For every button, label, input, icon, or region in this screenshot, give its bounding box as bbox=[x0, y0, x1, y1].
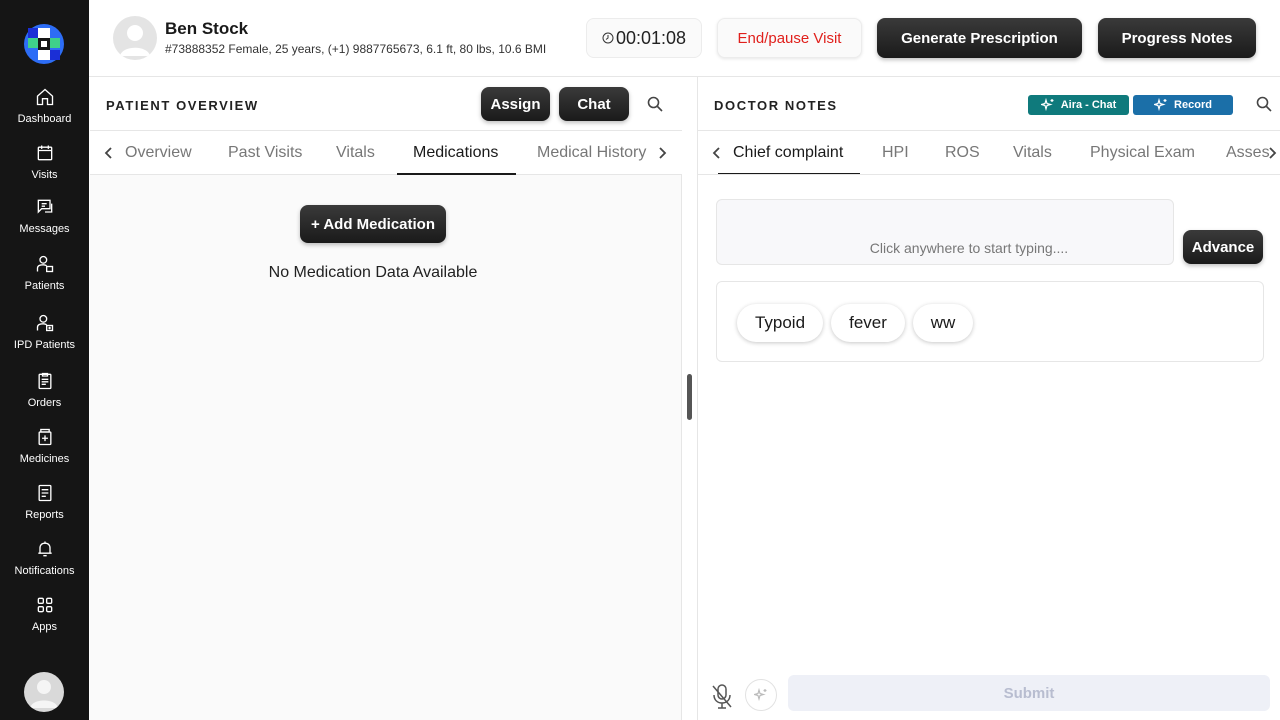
sidebar-item-notifications[interactable]: Notifications bbox=[0, 539, 89, 589]
apps-grid-icon bbox=[37, 597, 52, 613]
panel-resize-handle[interactable] bbox=[687, 374, 692, 420]
tab-hpi[interactable]: HPI bbox=[882, 144, 909, 162]
complaint-chips-container: Typoid fever ww bbox=[716, 281, 1264, 362]
sidebar-item-label: Reports bbox=[25, 509, 64, 521]
tab-past-visits[interactable]: Past Visits bbox=[228, 144, 302, 162]
clock-icon bbox=[602, 32, 614, 44]
calendar-icon bbox=[37, 145, 52, 161]
panel-title: DOCTOR NOTES bbox=[714, 98, 838, 113]
sparkle-icon bbox=[1154, 98, 1167, 112]
sidebar-item-label: Dashboard bbox=[17, 113, 72, 125]
sidebar-item-visits[interactable]: Visits bbox=[0, 143, 89, 193]
user-avatar[interactable] bbox=[24, 672, 64, 712]
sidebar-item-ipd-patients[interactable]: IPD Patients bbox=[0, 313, 89, 363]
patient-name: Ben Stock bbox=[165, 19, 249, 38]
app-root: Dashboard Visits Messages Patients IPD P… bbox=[0, 0, 1280, 720]
sidebar-item-label: Medicines bbox=[19, 453, 70, 465]
search-icon[interactable] bbox=[1256, 96, 1272, 112]
chevron-left-icon[interactable] bbox=[103, 147, 115, 159]
chevron-right-icon[interactable] bbox=[1266, 147, 1278, 159]
input-placeholder: Click anywhere to start typing.... bbox=[869, 240, 1069, 256]
add-medication-button[interactable]: + Add Medication bbox=[300, 205, 446, 243]
sidebar-item-label: Patients bbox=[24, 280, 65, 292]
sidebar-item-label: Notifications bbox=[14, 565, 75, 577]
sparkle-icon bbox=[754, 688, 767, 702]
ai-assist-button[interactable] bbox=[745, 679, 777, 711]
tab-vitals[interactable]: Vitals bbox=[336, 144, 375, 162]
complaint-chip[interactable]: Typoid bbox=[737, 304, 823, 342]
visit-timer: 00:01:08 bbox=[586, 18, 702, 58]
aira-chat-button[interactable]: Aira - Chat bbox=[1028, 95, 1129, 115]
complaint-chip[interactable]: ww bbox=[913, 304, 973, 342]
visit-header: Ben Stock #73888352 Female, 25 years, (+… bbox=[89, 0, 1280, 77]
patient-overview-header: PATIENT OVERVIEW Assign Chat bbox=[90, 77, 682, 131]
active-tab-indicator bbox=[397, 173, 516, 175]
chevron-right-icon[interactable] bbox=[656, 147, 668, 159]
sidebar-item-label: Apps bbox=[31, 621, 58, 633]
aira-chat-label: Aira - Chat bbox=[1060, 99, 1117, 111]
sparkle-icon bbox=[1040, 98, 1054, 112]
sidebar-item-apps[interactable]: Apps bbox=[0, 595, 89, 645]
advance-button[interactable]: Advance bbox=[1183, 230, 1263, 264]
generate-prescription-button[interactable]: Generate Prescription bbox=[877, 18, 1082, 58]
doctor-notes-tabs: Chief complaint HPI ROS Vitals Physical … bbox=[698, 131, 1280, 175]
assign-button[interactable]: Assign bbox=[481, 87, 550, 121]
sidebar-item-label: Visits bbox=[31, 169, 58, 181]
record-button[interactable]: Record bbox=[1133, 95, 1233, 115]
sidebar-item-label: Messages bbox=[19, 223, 70, 235]
tab-overview[interactable]: Overview bbox=[125, 144, 192, 162]
sidebar-item-reports[interactable]: Reports bbox=[0, 483, 89, 533]
end-pause-visit-button[interactable]: End/pause Visit bbox=[717, 18, 862, 58]
chief-complaint-input[interactable]: Click anywhere to start typing.... bbox=[716, 199, 1174, 265]
doctor-notes-header: DOCTOR NOTES Aira - Chat Record bbox=[698, 77, 1280, 131]
bell-icon bbox=[37, 541, 52, 557]
patient-icon bbox=[36, 255, 53, 273]
home-icon bbox=[36, 88, 53, 106]
sidebar-item-messages[interactable]: Messages bbox=[0, 197, 89, 247]
empty-state-message: No Medication Data Available bbox=[268, 264, 478, 281]
sidebar-item-label: IPD Patients bbox=[13, 339, 76, 351]
timer-value: 00:01:08 bbox=[615, 27, 687, 48]
sidebar-item-dashboard[interactable]: Dashboard bbox=[0, 87, 89, 137]
tab-medical-history[interactable]: Medical History bbox=[537, 144, 646, 162]
tab-ros[interactable]: ROS bbox=[945, 144, 980, 162]
sidebar-item-orders[interactable]: Orders bbox=[0, 371, 89, 421]
mic-off-icon[interactable] bbox=[710, 683, 734, 711]
patient-details: #73888352 Female, 25 years, (+1) 9887765… bbox=[165, 42, 547, 56]
sidebar-item-label: Orders bbox=[27, 397, 62, 409]
active-tab-indicator bbox=[718, 173, 860, 174]
report-icon bbox=[38, 484, 51, 502]
patient-overview-tabs: Overview Past Visits Vitals Medications … bbox=[90, 131, 682, 175]
record-label: Record bbox=[1174, 99, 1212, 111]
app-logo[interactable] bbox=[24, 24, 64, 64]
chevron-left-icon[interactable] bbox=[711, 147, 723, 159]
submit-button[interactable]: Submit bbox=[788, 675, 1270, 711]
search-icon[interactable] bbox=[647, 96, 663, 112]
ipd-patient-icon bbox=[36, 314, 53, 332]
chat-button[interactable]: Chat bbox=[559, 87, 629, 121]
sidebar-item-patients[interactable]: Patients bbox=[0, 254, 89, 304]
tab-vitals[interactable]: Vitals bbox=[1013, 144, 1052, 162]
tab-physical-exam[interactable]: Physical Exam bbox=[1090, 144, 1195, 162]
tab-assessment[interactable]: Assess bbox=[1226, 144, 1270, 162]
tab-medications[interactable]: Medications bbox=[413, 144, 498, 162]
complaint-chip[interactable]: fever bbox=[831, 304, 905, 342]
medicine-icon bbox=[38, 428, 51, 446]
patient-avatar bbox=[113, 16, 157, 60]
tab-chief-complaint[interactable]: Chief complaint bbox=[733, 144, 843, 162]
clipboard-icon bbox=[38, 372, 51, 390]
progress-notes-button[interactable]: Progress Notes bbox=[1098, 18, 1256, 58]
message-icon bbox=[37, 199, 52, 214]
panel-title: PATIENT OVERVIEW bbox=[106, 98, 259, 113]
sidebar-item-medicines[interactable]: Medicines bbox=[0, 427, 89, 477]
sidebar: Dashboard Visits Messages Patients IPD P… bbox=[0, 0, 89, 720]
patient-overview-panel: PATIENT OVERVIEW Assign Chat Overview Pa… bbox=[90, 77, 682, 720]
doctor-notes-panel: DOCTOR NOTES Aira - Chat Record Chief co… bbox=[697, 77, 1280, 720]
